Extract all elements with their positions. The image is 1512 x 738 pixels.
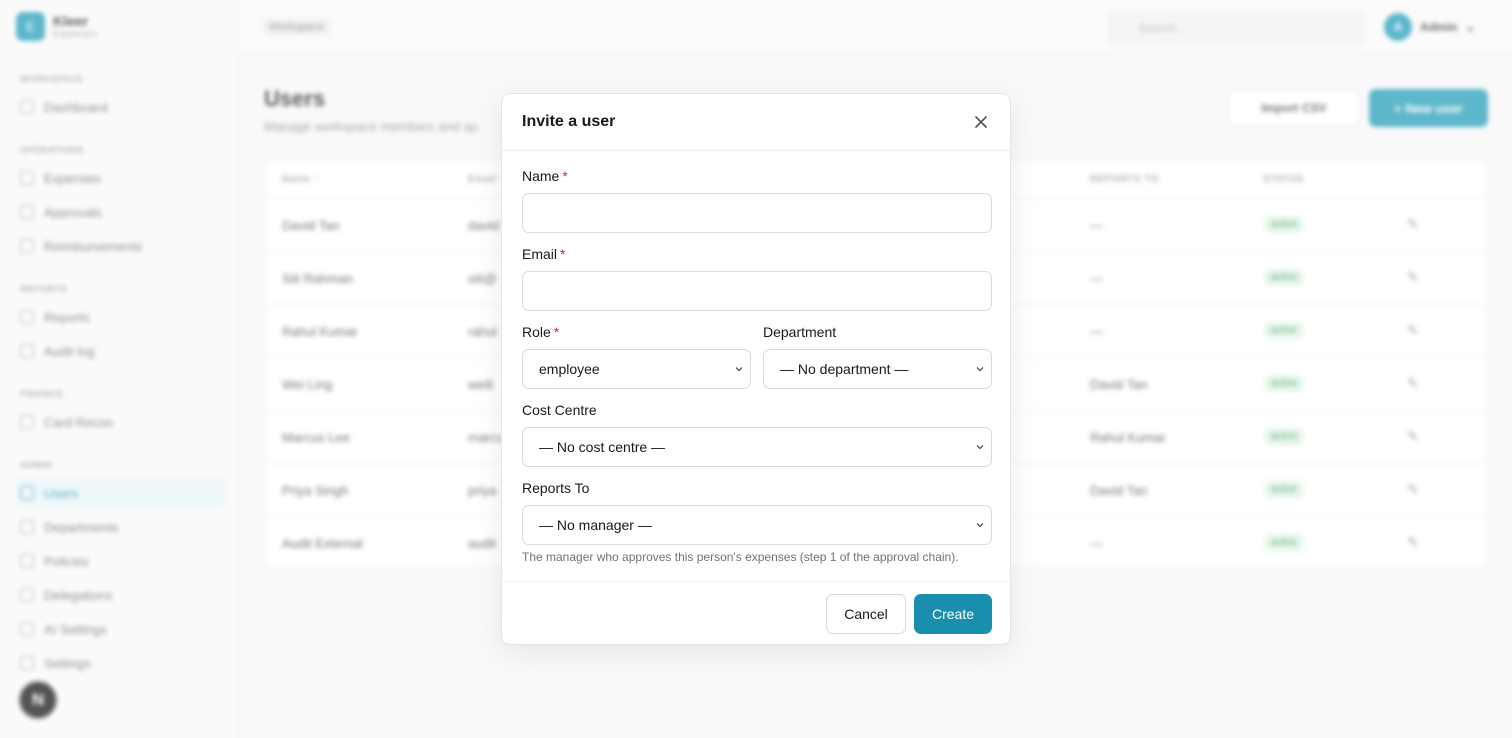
role-label: Role *: [522, 324, 559, 340]
name-label-text: Name: [522, 168, 560, 184]
close-icon: [975, 116, 987, 128]
email-label: Email *: [522, 246, 565, 262]
chevron-down-icon: [976, 367, 984, 372]
email-label-text: Email: [522, 246, 558, 262]
create-button[interactable]: Create: [914, 594, 992, 634]
role-label-text: Role: [522, 324, 551, 340]
chevron-down-icon: [976, 445, 984, 450]
reports-to-label: Reports To: [522, 480, 590, 496]
required-mark: *: [560, 246, 566, 262]
reports-to-select-value: — No manager —: [539, 517, 652, 533]
cost-centre-select[interactable]: — No cost centre —: [522, 427, 992, 467]
required-mark: *: [553, 324, 560, 340]
dialog-header: Invite a user: [502, 94, 1010, 151]
invite-user-dialog: Invite a user Name * Email * Role * employe…: [501, 93, 1011, 645]
email-input[interactable]: [522, 271, 992, 311]
role-select[interactable]: employee: [522, 349, 751, 389]
department-select-value: — No department —: [780, 361, 909, 377]
reports-to-select[interactable]: — No manager —: [522, 505, 992, 545]
required-mark: *: [562, 168, 568, 184]
name-label: Name *: [522, 168, 568, 184]
department-select[interactable]: — No department —: [763, 349, 992, 389]
chevron-down-icon: [735, 367, 743, 372]
name-input[interactable]: [522, 193, 992, 233]
close-button[interactable]: [970, 111, 992, 133]
department-label: Department: [763, 324, 837, 340]
dialog-title: Invite a user: [522, 113, 616, 130]
cost-centre-label: Cost Centre: [522, 402, 597, 418]
chevron-down-icon: [976, 523, 984, 528]
cancel-button[interactable]: Cancel: [826, 594, 906, 634]
cost-centre-select-value: — No cost centre —: [539, 439, 666, 455]
role-select-value: employee: [539, 361, 600, 377]
dialog-footer: Cancel Create: [502, 581, 1010, 646]
reports-to-hint: The manager who approves this person's e…: [522, 550, 959, 564]
